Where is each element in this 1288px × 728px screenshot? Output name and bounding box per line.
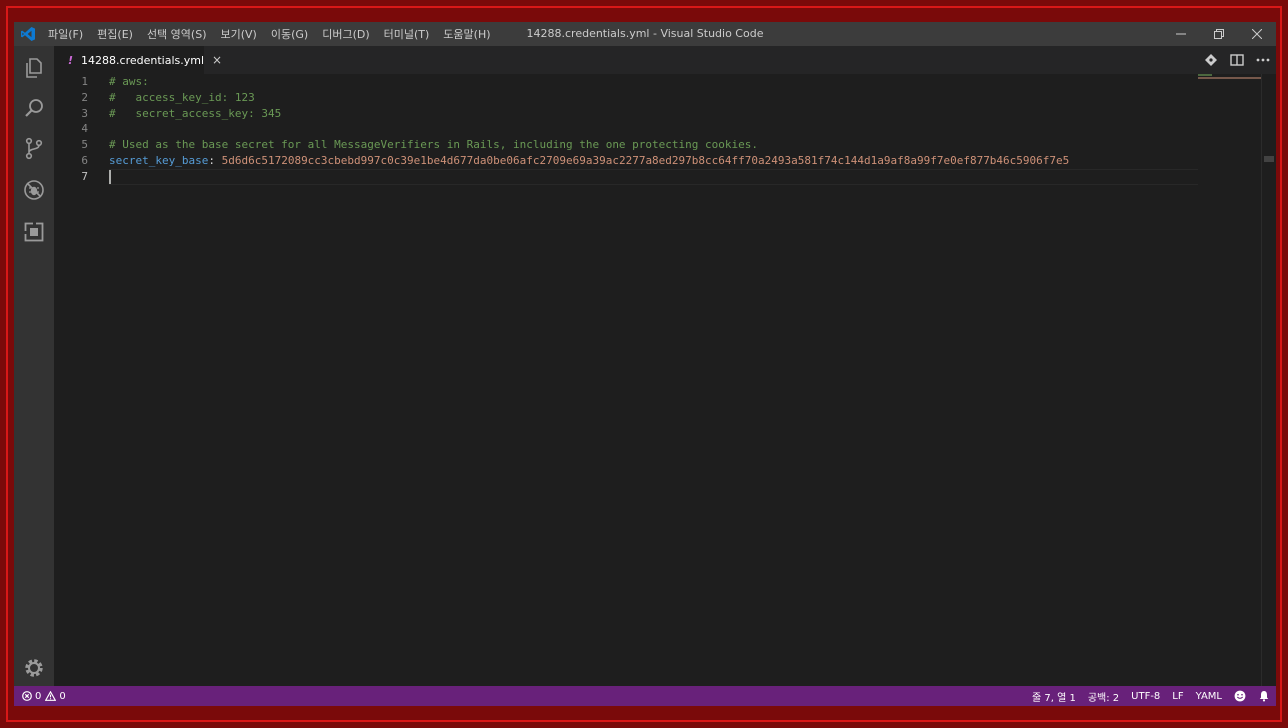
- code-line[interactable]: [109, 121, 1196, 137]
- title-bar: 파일(F) 편집(E) 선택 영역(S) 보기(V) 이동(G) 디버그(D) …: [14, 22, 1276, 46]
- code-lines[interactable]: # aws: # access_key_id: 123 # secret_acc…: [109, 74, 1196, 185]
- comment-text: # Used as the base secret for all Messag…: [109, 138, 759, 152]
- scrollbar-thumb[interactable]: [1264, 156, 1274, 162]
- line-number: 2: [81, 90, 88, 104]
- split-editor-icon: [1230, 54, 1244, 66]
- indentation[interactable]: 공백: 2: [1088, 689, 1119, 704]
- explorer-icon[interactable]: [22, 56, 46, 80]
- file-encoding[interactable]: UTF-8: [1131, 691, 1160, 702]
- tab-label: 14288.credentials.yml: [81, 53, 205, 67]
- text-cursor: [109, 169, 111, 184]
- smiley-icon: [1234, 690, 1246, 702]
- comment-text: # access_key_id: 123: [109, 90, 255, 104]
- restore-button[interactable]: [1200, 22, 1238, 46]
- comment-text: # secret_access_key: 345: [109, 106, 282, 120]
- extensions-icon[interactable]: [22, 220, 46, 244]
- search-icon[interactable]: [22, 96, 46, 120]
- modified-indicator: !: [68, 53, 74, 67]
- source-control-icon[interactable]: [22, 136, 46, 160]
- window-controls: [1162, 22, 1276, 46]
- more-actions-button[interactable]: [1250, 46, 1276, 74]
- line-number-current: 7: [81, 169, 88, 183]
- bell-icon: [1259, 691, 1269, 702]
- notifications-button[interactable]: [1258, 690, 1270, 702]
- line-number: 4: [81, 122, 88, 136]
- activity-bar: [14, 46, 54, 686]
- line-number: 3: [81, 106, 88, 120]
- errors-count-label: 0: [35, 690, 42, 702]
- vertical-scrollbar[interactable]: [1261, 74, 1276, 686]
- minimize-icon: [1176, 33, 1186, 35]
- ellipsis-icon: [1256, 58, 1270, 62]
- split-editor-button[interactable]: [1224, 46, 1250, 74]
- gear-icon[interactable]: [22, 656, 46, 680]
- yaml-value: 5d6d6c5172089cc3cbebd997c0c39e1be4d677da…: [221, 153, 1070, 167]
- errors-count: 0: [22, 691, 41, 702]
- editor-actions: [1198, 46, 1276, 74]
- code-line[interactable]: # Used as the base secret for all Messag…: [109, 137, 1196, 153]
- code-line[interactable]: # aws:: [109, 74, 1196, 90]
- vscode-window: 파일(F) 편집(E) 선택 영역(S) 보기(V) 이동(G) 디버그(D) …: [14, 22, 1276, 706]
- line-number-gutter: 1 2 3 4 5 6 7: [54, 74, 96, 185]
- code-line[interactable]: secret_key_base: 5d6d6c5172089cc3cbebd99…: [109, 153, 1196, 169]
- status-right: 줄 7, 열 1 공백: 2 UTF-8 LF YAML: [1020, 689, 1270, 704]
- line-number: 1: [81, 75, 88, 88]
- comment-text: # aws:: [109, 75, 149, 88]
- line-number: 5: [81, 138, 88, 152]
- minimap-line: [1198, 77, 1262, 79]
- line-number: 6: [81, 153, 88, 167]
- restore-icon: [1214, 29, 1224, 39]
- feedback-button[interactable]: [1234, 690, 1246, 702]
- editor-tab-bar: ! 14288.credentials.yml ×: [54, 46, 1276, 74]
- code-line-current[interactable]: [109, 169, 1196, 185]
- warning-icon: [45, 691, 57, 701]
- minimap[interactable]: [1198, 74, 1262, 94]
- tab-close-icon[interactable]: ×: [212, 53, 222, 67]
- language-mode[interactable]: YAML: [1196, 691, 1222, 702]
- debug-icon[interactable]: [22, 178, 46, 202]
- git-compare-icon: [1205, 54, 1217, 66]
- problems-indicator[interactable]: 0 0: [22, 691, 70, 702]
- open-changes-button[interactable]: [1198, 46, 1224, 74]
- close-icon: [1252, 29, 1262, 39]
- error-icon: [22, 691, 32, 701]
- tab-credentials-yml[interactable]: ! 14288.credentials.yml ×: [54, 46, 222, 74]
- minimize-button[interactable]: [1162, 22, 1200, 46]
- end-of-line[interactable]: LF: [1172, 691, 1183, 702]
- code-editor[interactable]: 1 2 3 4 5 6 7 # aws: # access_key_id: 12…: [54, 74, 1276, 686]
- close-window-button[interactable]: [1238, 22, 1276, 46]
- minimap-line: [1198, 74, 1212, 76]
- yaml-key: secret_key_base: [109, 153, 209, 167]
- cursor-position[interactable]: 줄 7, 열 1: [1032, 689, 1076, 704]
- code-line[interactable]: # secret_access_key: 345: [109, 106, 1196, 122]
- warnings-count: 0: [45, 690, 66, 702]
- status-bar: 0 0 줄 7, 열 1 공백: 2 UTF-8 LF YAML: [14, 686, 1276, 706]
- warnings-count-label: 0: [59, 690, 66, 702]
- yaml-separator: :: [208, 153, 222, 167]
- window-title: 14288.credentials.yml - Visual Studio Co…: [526, 27, 764, 40]
- code-line[interactable]: # access_key_id: 123: [109, 90, 1196, 106]
